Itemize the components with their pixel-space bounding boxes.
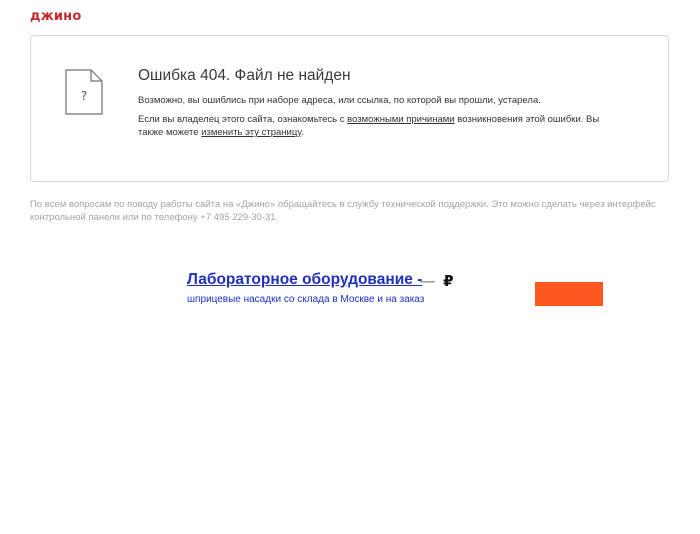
possible-reasons-link[interactable]: возможными причинами — [347, 114, 454, 125]
ruble-sign: ₽ — [443, 273, 454, 290]
question-mark: ? — [81, 89, 87, 103]
owner-hint-end: . — [301, 127, 304, 138]
ad-action-button[interactable] — [535, 282, 603, 306]
error-message: Возможно, вы ошиблись при наборе адреса,… — [138, 95, 541, 106]
ad-price: — ₽ — [420, 272, 454, 290]
ad-price-dash: — — [420, 273, 435, 290]
jino-logo[interactable]: джино — [30, 9, 81, 24]
support-note: По всем вопросам по поводу работы сайта … — [30, 199, 656, 223]
edit-page-link[interactable]: изменить эту страницу — [201, 127, 301, 138]
ad-title-link[interactable]: Лабораторное оборудование - — [187, 271, 422, 289]
error-card: ? Ошибка 404. Файл не найден Возможно, в… — [30, 35, 669, 182]
owner-hint: Если вы владелец этого сайта, ознакомьте… — [138, 113, 608, 139]
page: джино ? Ошибка 404. Файл не найден Возмо… — [0, 0, 700, 534]
owner-hint-text-1: Если вы владелец этого сайта, ознакомьте… — [138, 114, 345, 125]
ad-banner[interactable]: Лабораторное оборудование - — ₽ шприцевы… — [110, 266, 610, 312]
file-question-icon: ? — [65, 69, 103, 115]
error-title: Ошибка 404. Файл не найден — [138, 67, 351, 84]
ad-description[interactable]: шприцевые насадки со склада в Москве и н… — [187, 294, 424, 305]
